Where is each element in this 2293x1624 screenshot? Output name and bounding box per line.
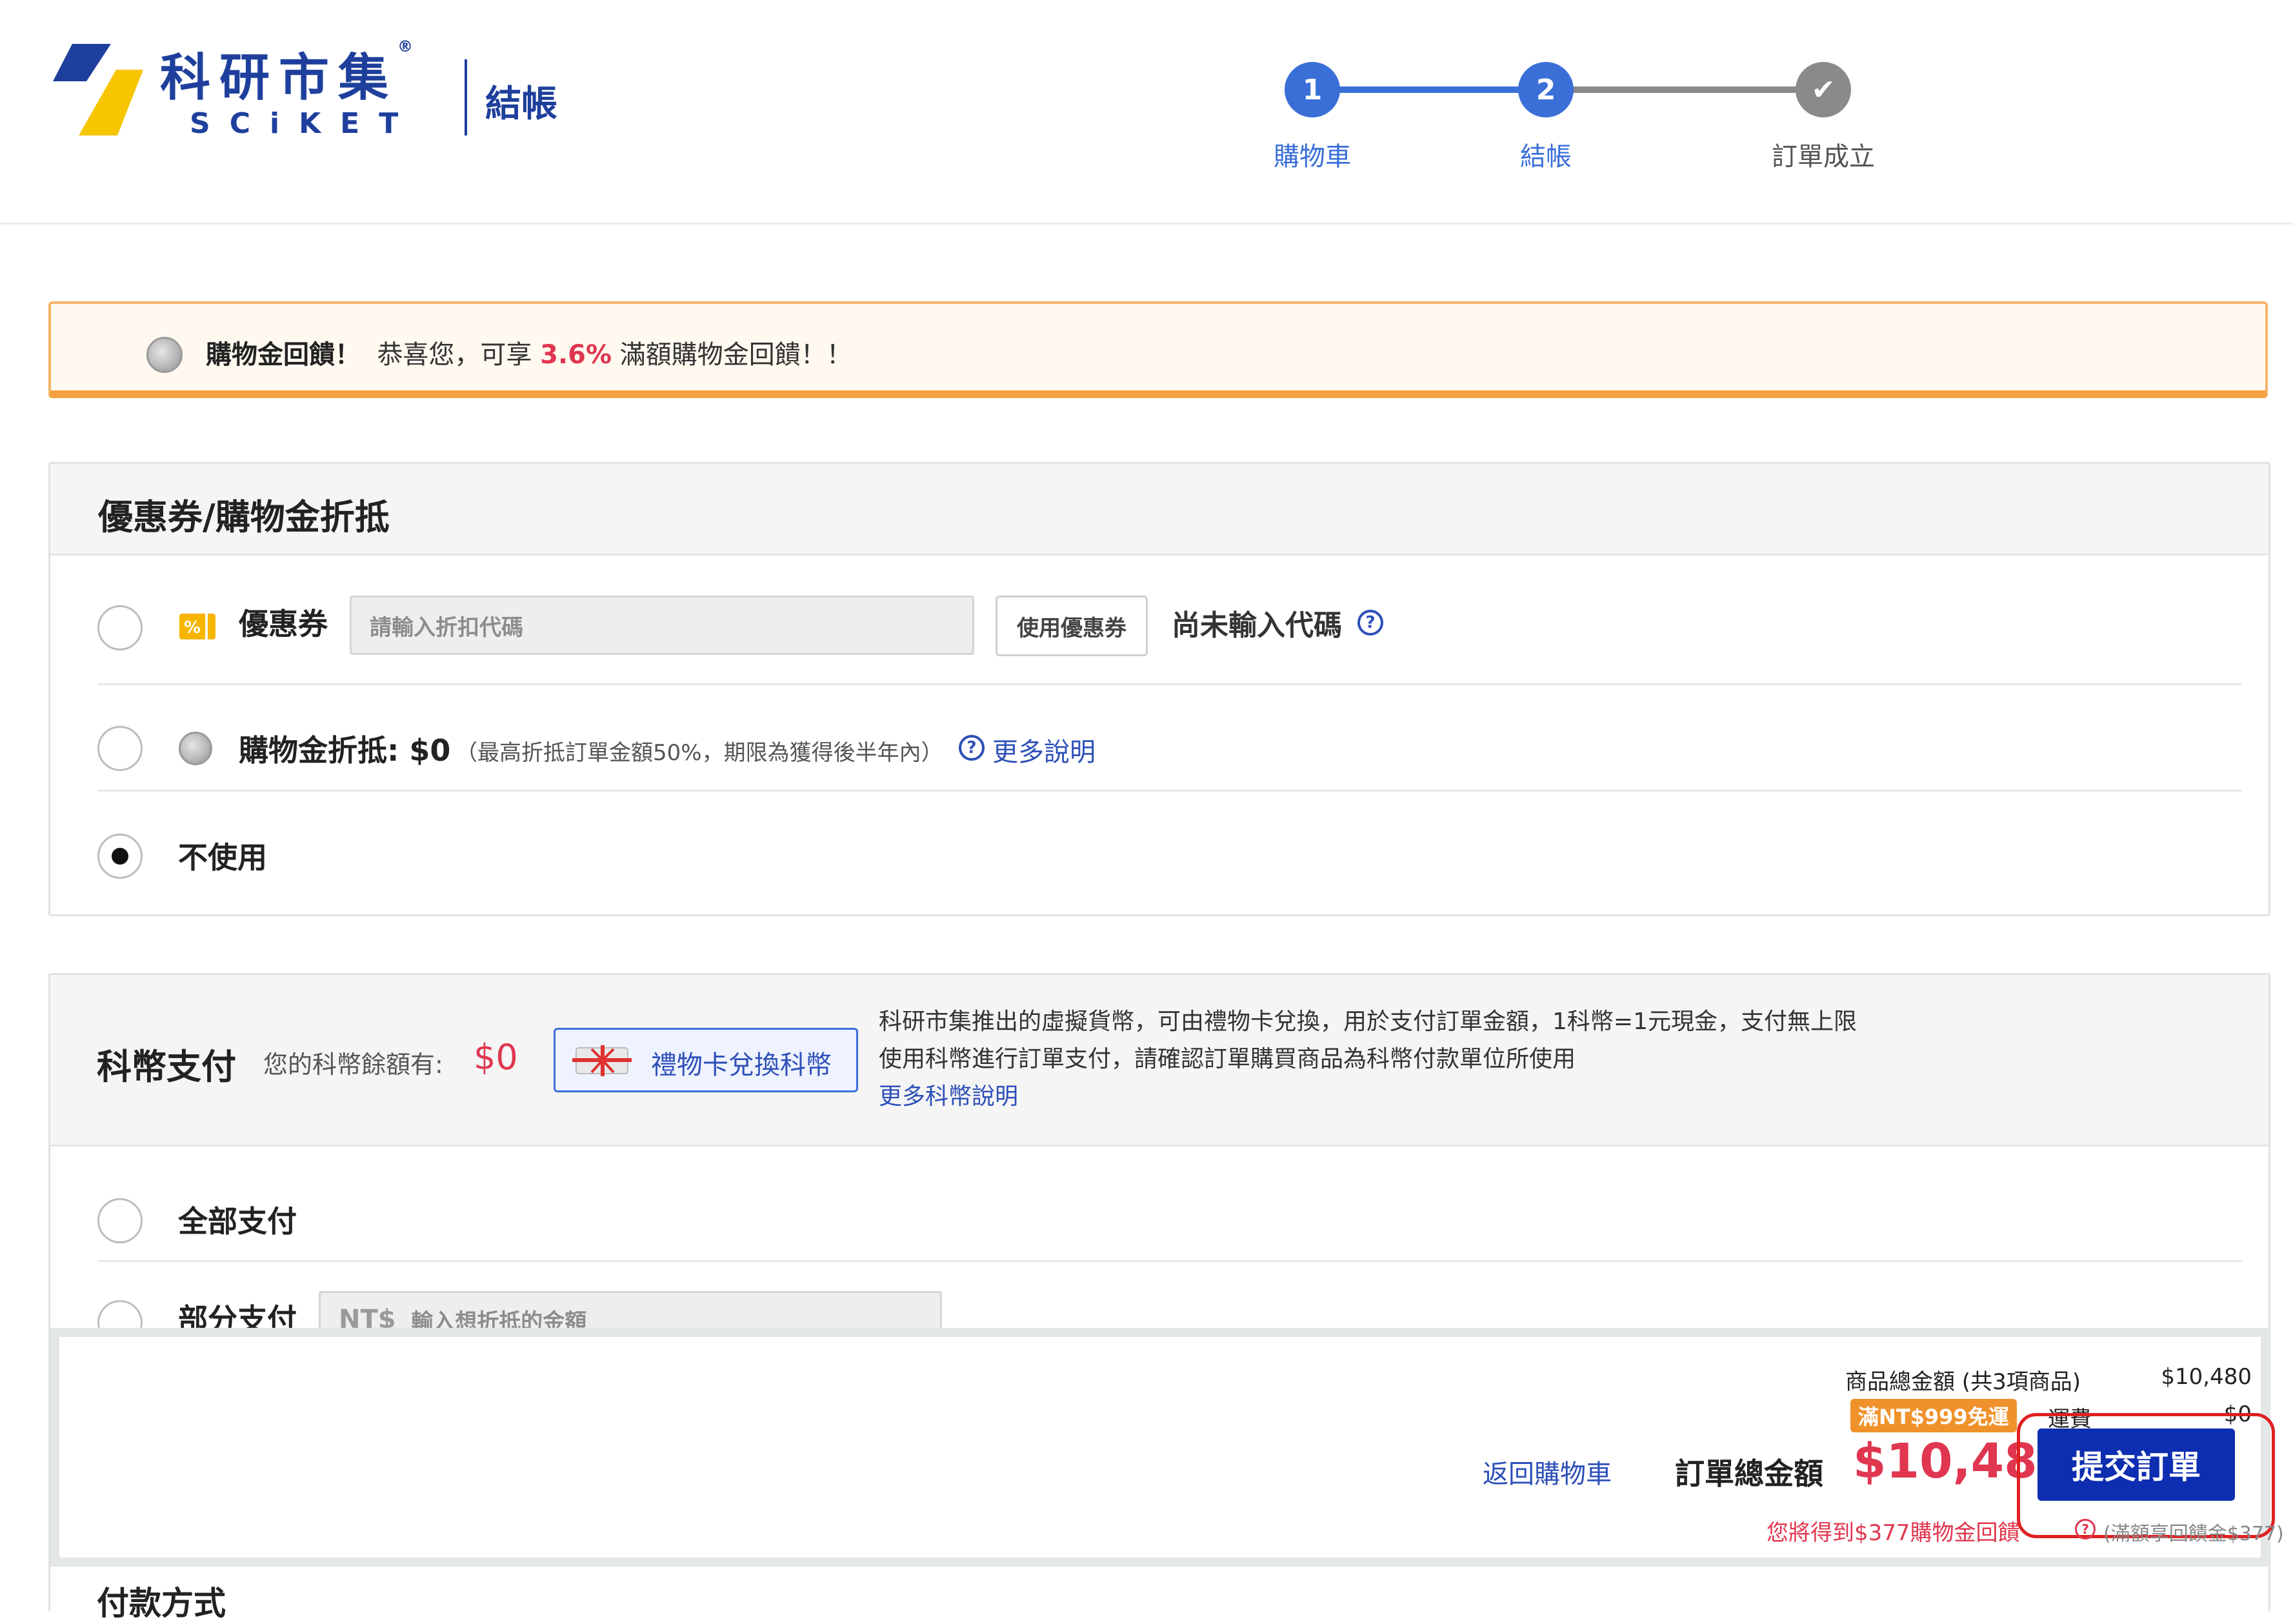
header-divider bbox=[465, 59, 467, 135]
reward-notice-banner: 購物金回饋！ 恭喜您，可享 3.6% 滿額購物金回饋！！ bbox=[48, 301, 2268, 398]
credit-more-info-link[interactable]: 更多說明 bbox=[992, 731, 1096, 768]
coupon-status-text: 尚未輸入代碼 bbox=[1172, 609, 1342, 642]
subtotal-label: 商品總金額 (共3項商品) bbox=[1845, 1369, 2081, 1395]
giftcard-redeem-button[interactable]: 禮物卡兌換科幣 bbox=[554, 1028, 858, 1092]
brand-name-en: SCiKET bbox=[190, 107, 418, 140]
step-connector-2 bbox=[1546, 86, 1823, 93]
discount-card-title: 優惠券/購物金折抵 bbox=[98, 497, 390, 537]
step-connector-1 bbox=[1312, 86, 1546, 93]
credit-radio[interactable] bbox=[97, 726, 143, 771]
sciket-logo-icon[interactable] bbox=[53, 44, 143, 135]
row-divider bbox=[97, 683, 2242, 685]
free-shipping-badge: 滿NT$999免運 bbox=[1850, 1399, 2017, 1432]
step-1-circle: 1 bbox=[1285, 62, 1340, 117]
row-divider bbox=[97, 1260, 2242, 1262]
reward-earn-text: 您將得到$377購物金回饋 bbox=[1767, 1520, 2020, 1546]
full-pay-label: 全部支付 bbox=[178, 1204, 297, 1239]
subtotal-value: $10,480 bbox=[2161, 1364, 2252, 1390]
credit-label: 購物金折抵: $0 bbox=[239, 733, 451, 768]
reward-notice-text: 購物金回饋！ 恭喜您，可享 3.6% 滿額購物金回饋！！ bbox=[206, 340, 852, 370]
check-icon: ✔ bbox=[1796, 62, 1851, 117]
coin-description: 科研市集推出的虛擬貨幣，可由禮物卡兌換，用於支付訂單金額，1科幣=1元現金，支付… bbox=[879, 1003, 1857, 1116]
question-circle-icon[interactable]: ? bbox=[1357, 610, 1383, 636]
apply-coupon-button[interactable]: 使用優惠券 bbox=[996, 596, 1148, 656]
full-pay-radio[interactable] bbox=[97, 1198, 143, 1243]
coin-icon bbox=[146, 337, 183, 373]
coin-balance-label: 您的科幣餘額有: bbox=[263, 1050, 443, 1079]
discount-card: 優惠券/購物金折抵 % 優惠券 請輸入折扣代碼 使用優惠券 尚未輸入代碼 ? 購… bbox=[48, 462, 2270, 916]
coupon-radio[interactable] bbox=[97, 605, 143, 650]
question-circle-icon[interactable]: ? bbox=[959, 735, 985, 761]
payment-method-title: 付款方式 bbox=[97, 1585, 226, 1622]
step-2-circle: 2 bbox=[1518, 62, 1574, 117]
coupon-code-input[interactable]: 請輸入折扣代碼 bbox=[350, 596, 974, 655]
question-circle-icon[interactable]: ? bbox=[2075, 1519, 2096, 1539]
row-divider bbox=[97, 790, 2242, 792]
svg-text:%: % bbox=[184, 618, 201, 637]
brand-name-cn[interactable]: 科研市集® bbox=[160, 37, 422, 110]
coin-balance-value: $0 bbox=[474, 1037, 518, 1078]
discount-card-header: 優惠券/購物金折抵 bbox=[50, 464, 2268, 556]
coin-more-info-link[interactable]: 更多科幣說明 bbox=[879, 1078, 1857, 1116]
coin-card-header: 科幣支付 您的科幣餘額有: $0 禮物卡兌換科幣 科研市集推出的虛擬貨幣，可由禮… bbox=[50, 975, 2268, 1147]
coin-card-title: 科幣支付 bbox=[97, 1047, 236, 1087]
no-discount-radio[interactable] bbox=[97, 834, 143, 879]
back-to-cart-link[interactable]: 返回購物車 bbox=[1483, 1453, 1612, 1490]
coin-icon bbox=[179, 732, 212, 765]
gift-card-icon bbox=[572, 1045, 632, 1076]
submit-order-button[interactable]: 提交訂單 bbox=[2038, 1429, 2235, 1501]
page-header: 科研市集® SCiKET 結帳 1 2 ✔ 購物車 結帳 訂單成立 bbox=[0, 0, 2293, 225]
step-2-label: 結帳 bbox=[1520, 142, 1572, 172]
page-title: 結帳 bbox=[485, 83, 557, 125]
coupon-label: 優惠券 bbox=[239, 606, 328, 641]
order-summary-bar: 商品總金額 (共3項商品) $10,480 滿NT$999免運 運費 $0 返回… bbox=[50, 1328, 2284, 1567]
no-discount-label: 不使用 bbox=[178, 840, 267, 875]
step-3-label: 訂單成立 bbox=[1772, 142, 1875, 172]
coupon-ticket-icon: % bbox=[179, 614, 215, 639]
credit-note: （最高折抵訂單金額50%，期限為獲得後半年內） bbox=[456, 740, 943, 766]
step-1-label: 購物車 bbox=[1274, 142, 1351, 172]
order-total-label: 訂單總金額 bbox=[1675, 1456, 1823, 1491]
reward-note-text: (滿額享回饋金$377) bbox=[2103, 1523, 2284, 1545]
